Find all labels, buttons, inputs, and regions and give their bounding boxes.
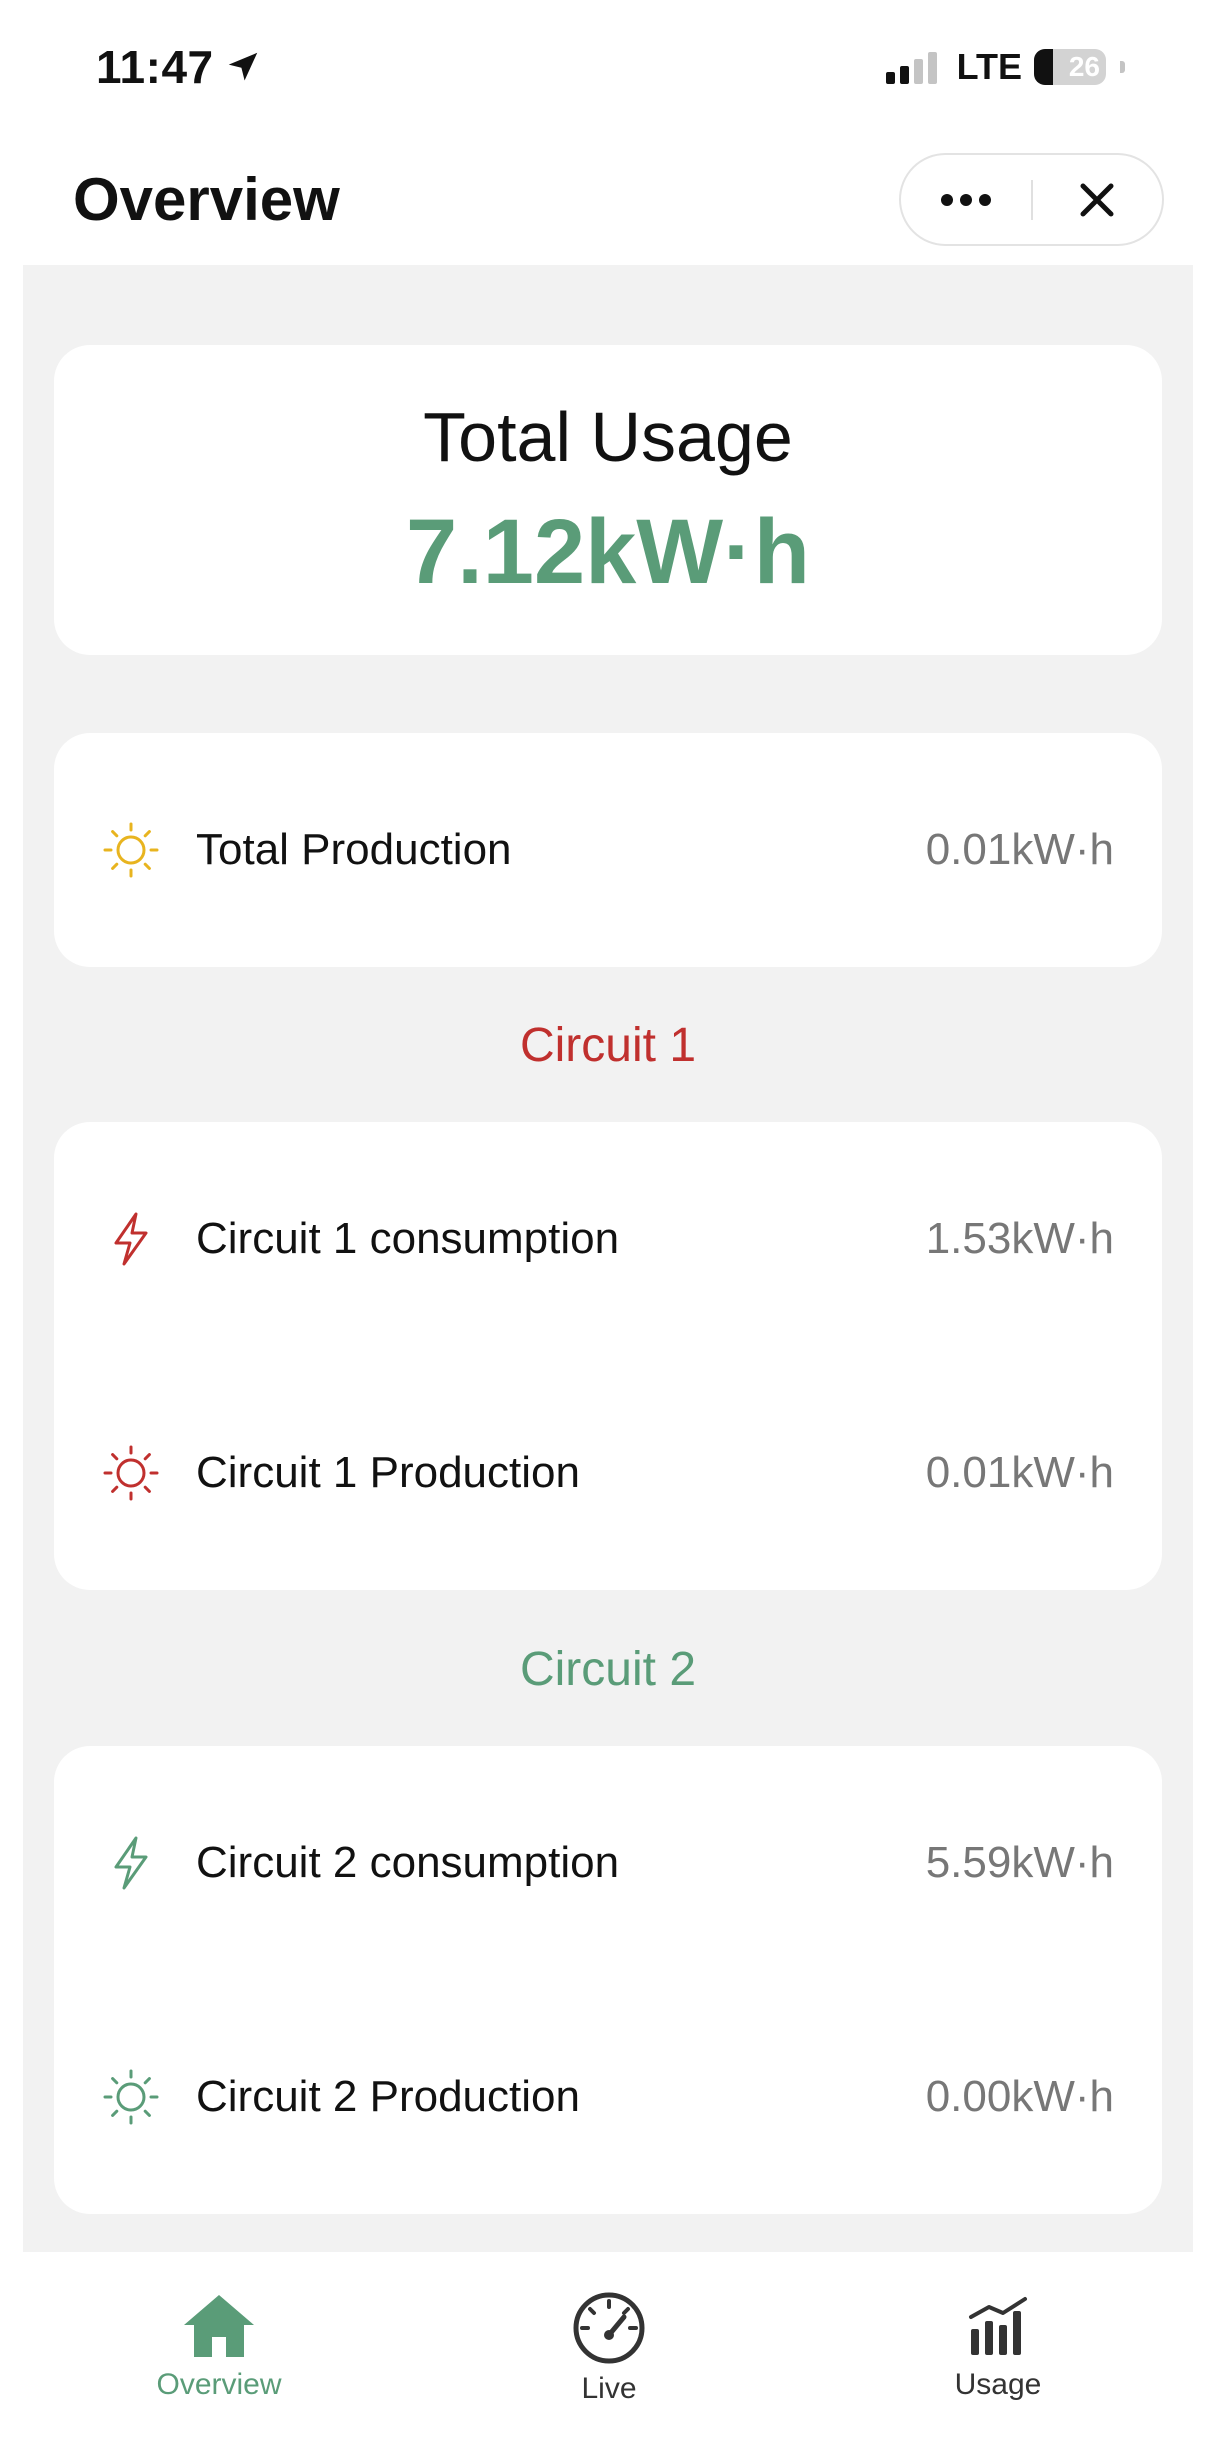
page-title: Overview — [73, 166, 340, 233]
battery-icon: 26 — [1034, 49, 1106, 85]
sun-icon — [102, 1444, 160, 1502]
total-production-card: Total Production 0.01kW·h — [54, 733, 1162, 967]
circuit2-card: Circuit 2 consumption 5.59kW·h Circuit 2… — [54, 1746, 1162, 2214]
sun-icon — [102, 821, 160, 879]
tab-live[interactable]: Live — [484, 2252, 734, 2405]
circuit1-production-value: 0.01kW·h — [925, 1448, 1114, 1497]
status-indicators: LTE 26 — [885, 46, 1125, 88]
circuit1-production-row: Circuit 1 Production 0.01kW·h — [54, 1356, 1162, 1590]
network-type: LTE — [956, 46, 1022, 87]
more-button[interactable] — [901, 155, 1031, 244]
total-production-row: Total Production 0.01kW·h — [54, 733, 1162, 967]
circuit2-production-row: Circuit 2 Production 0.00kW·h — [54, 1980, 1162, 2214]
circuit1-consumption-row: Circuit 1 consumption 1.53kW·h — [54, 1122, 1162, 1356]
circuit1-card: Circuit 1 consumption 1.53kW·h Circuit 1… — [54, 1122, 1162, 1590]
content-area: Total Usage 7.12kW·h Total Production 0.… — [23, 265, 1193, 2252]
sun-icon — [102, 2068, 160, 2126]
lightning-icon — [102, 1210, 160, 1268]
circuit1-title: Circuit 1 — [519, 1019, 697, 1072]
tab-overview[interactable]: Overview — [94, 2252, 344, 2402]
circuit1-consumption-label: Circuit 1 consumption — [196, 1214, 620, 1263]
status-time: 11:47 — [96, 40, 262, 94]
circuit1-consumption-value: 1.53kW·h — [925, 1214, 1114, 1263]
circuit2-consumption-label: Circuit 2 consumption — [196, 1838, 620, 1887]
mini-program-capsule — [899, 153, 1164, 246]
total-usage-title: Total Usage — [423, 398, 793, 476]
total-usage-card: Total Usage 7.12kW·h — [54, 345, 1162, 655]
circuit2-consumption-value: 5.59kW·h — [925, 1838, 1114, 1887]
close-icon — [1080, 183, 1114, 216]
bar-chart-icon — [967, 2292, 1029, 2360]
circuit2-production-value: 0.00kW·h — [925, 2072, 1114, 2121]
circuit2-production-label: Circuit 2 Production — [196, 2072, 580, 2121]
tab-usage[interactable]: Usage — [873, 2252, 1123, 2402]
total-usage-value: 7.12kW·h — [406, 501, 810, 603]
page-header: Overview — [0, 135, 1217, 265]
status-time-text: 11:47 — [96, 41, 214, 93]
tab-live-label: Live — [581, 2372, 637, 2405]
total-production-label: Total Production — [196, 825, 512, 874]
tab-usage-label: Usage — [954, 2368, 1042, 2401]
status-bar: 11:47 LTE 26 — [0, 0, 1217, 135]
battery-level: 26 — [1068, 51, 1100, 82]
lightning-icon — [102, 1834, 160, 1892]
total-production-value: 0.01kW·h — [925, 825, 1114, 874]
more-dots-icon — [940, 193, 991, 206]
speedometer-icon — [572, 2292, 646, 2364]
cellular-signal-icon — [885, 50, 937, 84]
close-button[interactable] — [1033, 155, 1163, 244]
location-arrow-icon — [228, 52, 257, 81]
bottom-tab-bar: Overview Live Usage — [0, 2252, 1217, 2453]
circuit2-title: Circuit 2 — [519, 1643, 697, 1696]
circuit1-production-label: Circuit 1 Production — [196, 1448, 580, 1497]
home-icon — [182, 2292, 256, 2360]
tab-overview-label: Overview — [156, 2368, 282, 2401]
circuit2-consumption-row: Circuit 2 consumption 5.59kW·h — [54, 1746, 1162, 1980]
